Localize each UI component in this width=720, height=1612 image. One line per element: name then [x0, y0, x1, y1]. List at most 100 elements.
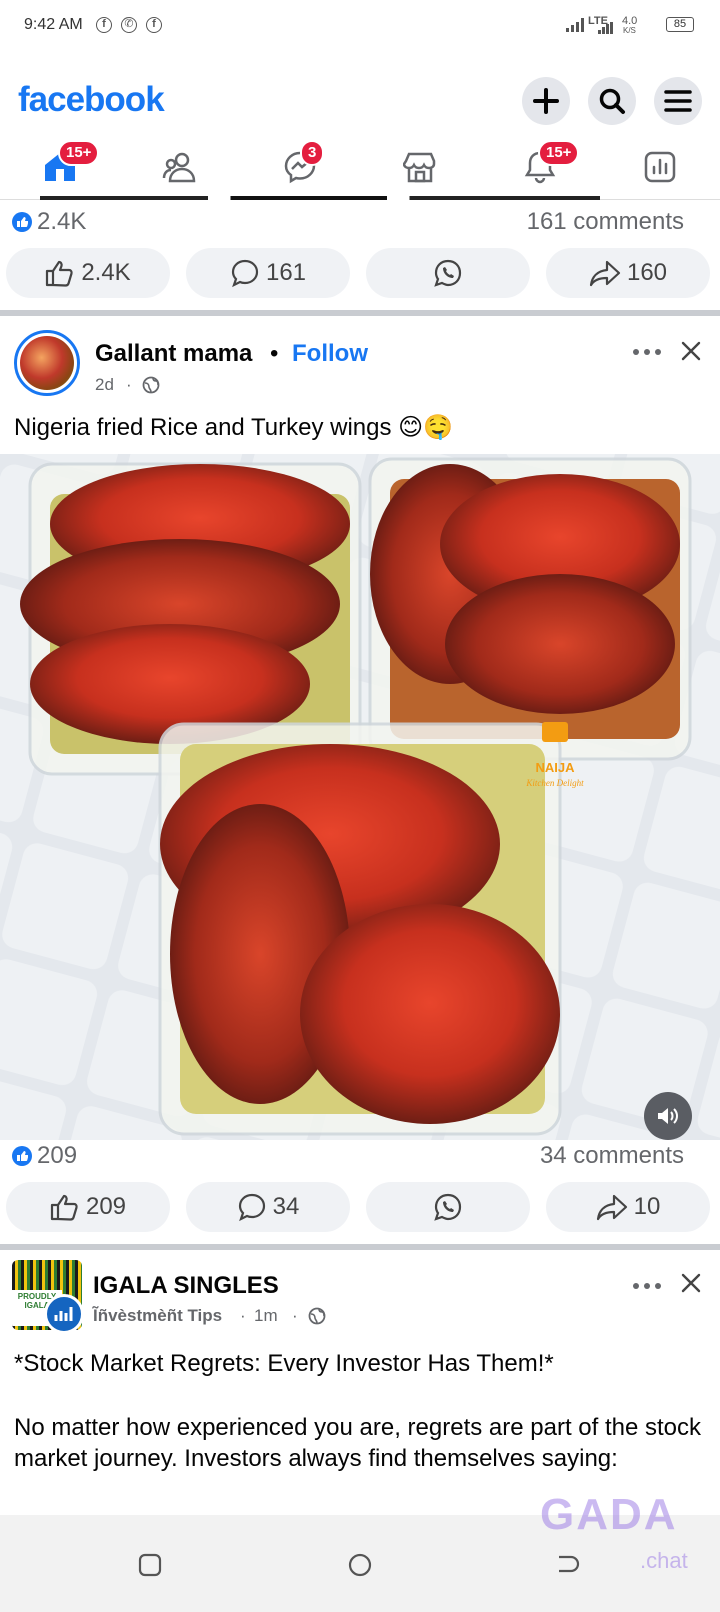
author-avatar[interactable] [14, 330, 80, 396]
like-button[interactable]: 209 [6, 1182, 170, 1232]
reaction-count: 209 [37, 1142, 78, 1169]
tab-home[interactable]: 15+ [0, 136, 120, 198]
chart-icon [54, 1307, 73, 1321]
share-icon [589, 260, 621, 287]
previous-post-edge [40, 196, 600, 200]
close-icon [681, 341, 701, 361]
volume-button[interactable] [644, 1092, 692, 1140]
back-button[interactable] [555, 1553, 581, 1582]
post-author[interactable]: Gallant mama [95, 340, 252, 368]
net-speed-unit: K/S [623, 26, 636, 35]
comment-count[interactable]: 161 comments [527, 208, 684, 236]
tab-friends[interactable] [120, 136, 240, 198]
create-button[interactable] [522, 77, 570, 125]
page-avatar[interactable] [44, 1294, 84, 1334]
comment-button[interactable]: 161 [186, 248, 350, 298]
hide-post-button[interactable] [680, 1272, 702, 1299]
more-options-button[interactable] [632, 344, 662, 362]
status-time: 9:42 AM [24, 16, 83, 33]
marketplace-icon [403, 152, 436, 183]
whatsapp-icon [434, 1193, 462, 1221]
comment-count[interactable]: 34 comments [540, 1142, 684, 1170]
comment-icon [231, 259, 259, 288]
dot-separator: • [270, 340, 279, 367]
follow-button[interactable]: Follow [292, 340, 368, 368]
food-photo: NAIJA Kitchen Delight [0, 454, 720, 1140]
share-button[interactable]: 10 [546, 1182, 710, 1232]
post-divider [0, 310, 720, 316]
facebook-logo[interactable]: facebook [18, 80, 165, 120]
post-headline: *Stock Market Regrets: Every Investor Ha… [14, 1350, 554, 1377]
reaction-summary[interactable]: 2.4K [12, 208, 86, 236]
site-watermark: GADA [540, 1490, 678, 1539]
media-watermark-sub: Kitchen Delight [525, 778, 584, 788]
whatsapp-share-button[interactable] [366, 248, 530, 298]
search-button[interactable] [588, 77, 636, 125]
whatsapp-share-button[interactable] [366, 1182, 530, 1232]
tab-notifications[interactable]: 15+ [480, 136, 600, 198]
post-time: 1m [254, 1306, 278, 1325]
status-bar: 9:42 AM f ✆ f LTE 4.0 K/S 85 [0, 0, 720, 52]
home-nav-button[interactable] [347, 1552, 373, 1583]
tab-marketplace[interactable] [360, 136, 480, 198]
home-badge: 15+ [58, 140, 100, 166]
facebook-notif-icon: f [146, 17, 162, 33]
post-image[interactable]: NAIJA Kitchen Delight [0, 454, 720, 1140]
share-count: 160 [626, 259, 668, 286]
tab-dashboard[interactable] [600, 136, 720, 198]
avatar-image [20, 336, 74, 390]
menu-button[interactable] [654, 77, 702, 125]
like-button[interactable]: 2.4K [6, 248, 170, 298]
close-icon [681, 1273, 701, 1293]
reaction-summary[interactable]: 209 [12, 1142, 77, 1170]
friends-icon [162, 152, 196, 183]
share-count: 10 [633, 1193, 661, 1220]
globe-icon [142, 376, 160, 394]
dot-separator: · [240, 1306, 246, 1325]
signal-icon [566, 18, 584, 32]
hamburger-icon [664, 90, 692, 112]
more-icon [633, 349, 661, 355]
like-count: 2.4K [81, 259, 131, 286]
recents-icon [138, 1553, 162, 1577]
like-reaction-icon [12, 212, 32, 232]
like-count: 209 [85, 1193, 127, 1220]
home-circle-icon [348, 1553, 372, 1577]
share-icon [596, 1194, 627, 1221]
share-button[interactable]: 160 [546, 248, 710, 298]
battery-indicator: 85 [666, 17, 694, 32]
comment-button[interactable]: 34 [186, 1182, 350, 1232]
page-name[interactable]: Ĩñvèstmèñt Tips [93, 1306, 222, 1326]
notifications-badge: 15+ [538, 140, 580, 166]
facebook-notif-icon: f [96, 17, 112, 33]
site-watermark-sub: .chat [640, 1548, 688, 1573]
globe-icon [308, 1307, 326, 1325]
group-name[interactable]: IGALA SINGLES [93, 1272, 279, 1300]
post-body: No matter how experienced you are, regre… [14, 1414, 702, 1472]
thumbs-up-icon [50, 1194, 78, 1221]
back-icon [559, 1555, 580, 1573]
dashboard-icon [644, 151, 676, 183]
post-text: Nigeria fried Rice and Turkey wings 😊🤤 [14, 414, 454, 441]
more-options-button[interactable] [632, 1278, 662, 1296]
comment-icon [238, 1193, 265, 1222]
dot-separator: · [292, 1306, 298, 1325]
tab-bar: 15+ 3 15+ [0, 136, 720, 200]
volume-icon [658, 1108, 678, 1124]
messenger-badge: 3 [300, 140, 325, 166]
whatsapp-icon [434, 259, 462, 287]
tab-messenger[interactable]: 3 [240, 136, 360, 198]
hide-post-button[interactable] [680, 340, 702, 367]
search-icon [599, 88, 625, 114]
post-divider [0, 1244, 720, 1250]
dot-separator: · [126, 375, 132, 394]
post-time: 2d [95, 375, 114, 394]
whatsapp-notif-icon: ✆ [121, 17, 137, 33]
signal-icon [598, 22, 613, 34]
comment-btn-count: 161 [265, 259, 307, 286]
recents-button[interactable] [138, 1553, 162, 1582]
reaction-count: 2.4K [37, 208, 87, 235]
like-reaction-icon [12, 1146, 32, 1166]
thumbs-up-icon [46, 260, 74, 287]
media-watermark-brand: NAIJA [535, 760, 575, 775]
